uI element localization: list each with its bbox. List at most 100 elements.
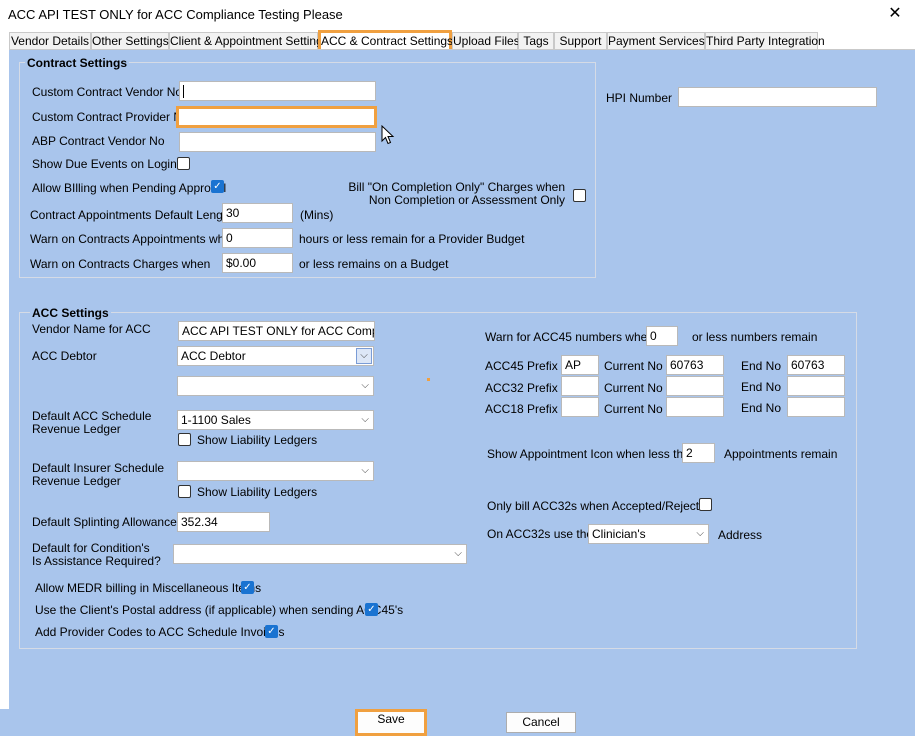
on-acc32-label: On ACC32s use the — [487, 527, 594, 541]
acc32-end-input[interactable] — [787, 376, 845, 396]
condition-assistance-select[interactable]: ⌵ — [173, 544, 467, 564]
acc45-prefix-input[interactable]: AP — [561, 355, 599, 375]
on-acc32-value: Clinician's — [592, 527, 646, 541]
save-button[interactable]: Save — [355, 709, 427, 736]
acc32-current-input[interactable] — [666, 376, 724, 396]
medr-billing-label: Allow MEDR billing in Miscellaneous Item… — [35, 581, 262, 595]
schedule-ledger-label-line1: Default ACC Schedule — [32, 409, 152, 423]
splinting-allowance-label: Default Splinting Allowance — [32, 515, 177, 529]
postal-address-checkbox[interactable]: ✓ — [365, 603, 378, 616]
chevron-down-icon: ⌵ — [356, 348, 372, 364]
warn-acc45-suffix: or less numbers remain — [692, 330, 818, 344]
insurer-ledger-select[interactable]: ⌵ — [177, 461, 374, 481]
chevron-down-icon: ⌵ — [361, 380, 369, 391]
acc45-end-label: End No — [741, 359, 782, 373]
show-icon-input[interactable]: 2 — [682, 443, 715, 463]
acc18-end-label: End No — [741, 401, 782, 415]
insurer-ledger-label-line2: Revenue Ledger — [32, 474, 121, 488]
vendor-name-acc-input[interactable]: ACC API TEST ONLY for ACC Compliance — [178, 321, 375, 341]
contract-settings-title: Contract Settings — [25, 56, 130, 70]
custom-vendor-no-label: Custom Contract Vendor No — [32, 85, 183, 99]
window-title: ACC API TEST ONLY for ACC Compliance Tes… — [8, 7, 343, 22]
show-due-events-label: Show Due Events on Login — [32, 157, 177, 171]
abp-vendor-no-label: ABP Contract Vendor No — [32, 134, 165, 148]
warn-charges-label: Warn on Contracts Charges when — [30, 257, 211, 271]
chevron-down-icon: ⌵ — [361, 414, 369, 425]
acc-debtor-label: ACC Debtor — [32, 349, 97, 363]
cancel-button[interactable]: Cancel — [506, 712, 576, 733]
show-icon-label: Show Appointment Icon when less than — [487, 447, 697, 461]
bill-on-completion-checkbox[interactable] — [573, 189, 586, 202]
acc18-prefix-label: ACC18 Prefix — [485, 402, 558, 416]
warn-charges-input[interactable]: $0.00 — [222, 253, 293, 273]
warn-appointments-suffix: hours or less remain for a Provider Budg… — [299, 232, 525, 246]
button-bar — [0, 709, 915, 736]
show-liability-checkbox-2[interactable] — [178, 485, 191, 498]
on-acc32-select[interactable]: Clinician's ⌵ — [588, 524, 709, 544]
allow-billing-label: Allow BIlling when Pending Approval — [32, 181, 227, 195]
default-length-input[interactable]: 30 — [222, 203, 293, 223]
condition-label-line1: Default for Condition's — [32, 541, 150, 555]
warn-appointments-input[interactable]: 0 — [222, 228, 293, 248]
acc45-prefix-label: ACC45 Prefix — [485, 359, 558, 373]
chevron-down-icon: ⌵ — [696, 528, 704, 539]
medr-billing-checkbox[interactable]: ✓ — [241, 581, 254, 594]
acc-settings-group — [19, 312, 857, 649]
acc-debtor-value: ACC Debtor — [181, 349, 246, 363]
schedule-ledger-label-line2: Revenue Ledger — [32, 422, 121, 436]
default-length-unit: (Mins) — [300, 208, 334, 222]
acc45-current-label: Current No — [604, 359, 663, 373]
hpi-number-input[interactable] — [678, 87, 877, 107]
acc18-prefix-input[interactable] — [561, 397, 599, 417]
acc-debtor-select[interactable]: ACC Debtor ⌵ — [177, 346, 374, 366]
only-bill-acc32-label: Only bill ACC32s when Accepted/Rejected — [487, 499, 713, 513]
tab-acc-contract-settings[interactable]: ACC & Contract Settings — [318, 30, 453, 51]
show-liability-label-1: Show Liability Ledgers — [197, 433, 318, 447]
condition-label-line2: Is Assistance Required? — [32, 554, 161, 568]
acc32-current-label: Current No — [604, 381, 663, 395]
close-icon[interactable]: ✕ — [884, 4, 906, 24]
vendor-name-acc-label: Vendor Name for ACC — [32, 322, 151, 336]
provider-codes-label: Add Provider Codes to ACC Schedule Invoi… — [35, 625, 285, 639]
acc45-end-input[interactable]: 60763 — [787, 355, 845, 375]
acc32-prefix-input[interactable] — [561, 376, 599, 396]
show-due-events-checkbox[interactable] — [177, 157, 190, 170]
mouse-pointer-icon — [381, 125, 395, 145]
default-length-label: Contract Appointments Default Length — [30, 208, 233, 222]
schedule-ledger-select[interactable]: 1-1100 Sales ⌵ — [177, 410, 374, 430]
custom-vendor-no-input[interactable] — [179, 81, 376, 101]
acc-debtor-secondary-select[interactable]: ⌵ — [177, 376, 374, 396]
allow-billing-checkbox[interactable]: ✓ — [211, 180, 224, 193]
only-bill-acc32-checkbox[interactable] — [699, 498, 712, 511]
warn-acc45-input[interactable]: 0 — [646, 326, 678, 346]
acc32-prefix-label: ACC32 Prefix — [485, 381, 558, 395]
warn-acc45-label: Warn for ACC45 numbers when — [485, 330, 654, 344]
acc18-end-input[interactable] — [787, 397, 845, 417]
hpi-number-label: HPI Number — [606, 91, 673, 105]
show-liability-label-2: Show Liability Ledgers — [197, 485, 318, 499]
show-liability-checkbox-1[interactable] — [178, 433, 191, 446]
chevron-down-icon: ⌵ — [361, 465, 369, 476]
warn-charges-suffix: or less remains on a Budget — [299, 257, 449, 271]
bill-on-completion-label-line1: Bill "On Completion Only" Charges when — [348, 180, 565, 194]
acc18-current-input[interactable] — [666, 397, 724, 417]
splinting-allowance-input[interactable]: 352.34 — [177, 512, 270, 532]
custom-provider-no-label: Custom Contract Provider No — [32, 110, 189, 124]
acc32-end-label: End No — [741, 380, 782, 394]
schedule-ledger-value: 1-1100 Sales — [181, 413, 251, 427]
custom-provider-no-input[interactable] — [176, 106, 377, 128]
bill-on-completion-label-line2: Non Completion or Assessment Only — [368, 193, 565, 207]
warn-appointments-label: Warn on Contracts Appointments when — [30, 232, 238, 246]
insurer-ledger-label-line1: Default Insurer Schedule — [32, 461, 165, 475]
title-bar: ACC API TEST ONLY for ACC Compliance Tes… — [0, 0, 915, 30]
postal-address-label: Use the Client's Postal address (if appl… — [35, 603, 404, 617]
acc18-current-label: Current No — [604, 402, 663, 416]
abp-vendor-no-input[interactable] — [179, 132, 376, 152]
acc45-current-input[interactable]: 60763 — [666, 355, 724, 375]
show-icon-suffix: Appointments remain — [724, 447, 838, 461]
provider-codes-checkbox[interactable]: ✓ — [265, 625, 278, 638]
chevron-down-icon: ⌵ — [454, 548, 462, 559]
acc-settings-title: ACC Settings — [30, 306, 111, 320]
status-dot — [427, 378, 430, 381]
on-acc32-suffix: Address — [718, 528, 763, 542]
